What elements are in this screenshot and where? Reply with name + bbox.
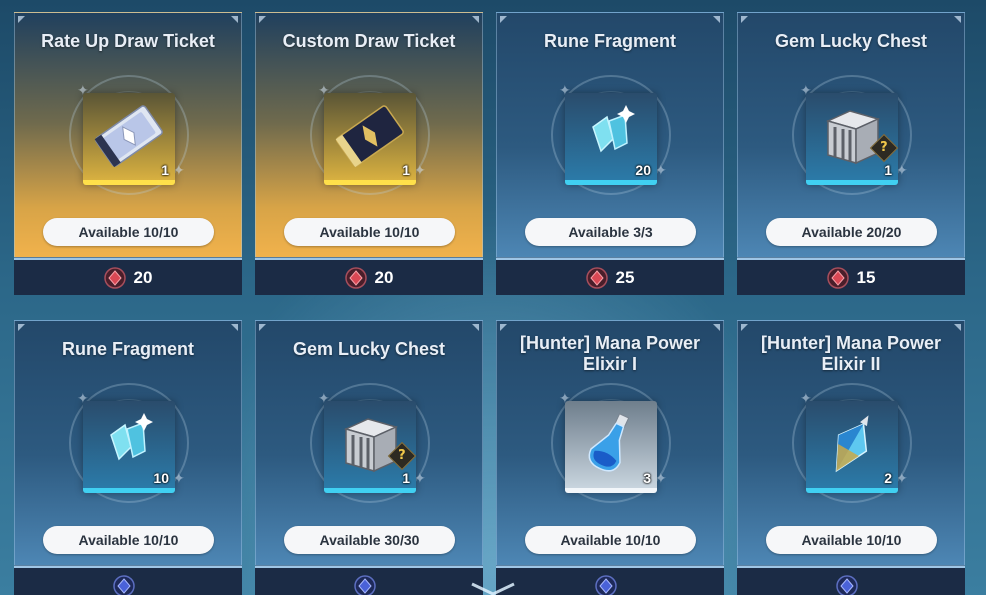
price-bar[interactable] [496,566,724,595]
card-panel: Rune Fragment ✦ ✦ 10 Available 10/10 [14,320,242,566]
card-panel: [Hunter] Mana Power Elixir II ✦ ✦ 2 Avai… [737,320,965,566]
item-slot[interactable]: ? 1 [806,93,899,185]
item-quantity: 10 [153,470,169,486]
item-slot[interactable]: 20 [565,93,657,185]
corner-decoration [713,324,720,331]
shop-item-card[interactable]: Rune Fragment ✦ ✦ 20 Available 3/3 25 [496,12,724,295]
availability-badge: Available 3/3 [525,218,696,246]
card-panel: [Hunter] Mana Power Elixir I ✦ ✦ 3 Avail… [496,320,724,566]
shop-item-card[interactable]: Gem Lucky Chest ✦ ✦ ? 1 Available 20/20 [737,12,965,295]
shop-item-card[interactable]: Custom Draw Ticket ✦ ✦ 1 Available 10/10 [255,12,483,295]
corner-decoration [500,16,507,23]
corner-decoration [954,16,961,23]
rate-up-ticket-icon [94,105,163,168]
card-panel: Gem Lucky Chest ✦ ✦ ? 1 Available 20/20 [737,12,965,258]
red-gem-icon [585,266,608,289]
item-quantity: 1 [402,162,410,178]
elixir-icon [835,415,869,473]
card-panel: Rune Fragment ✦ ✦ 20 Available 3/3 [496,12,724,258]
price-value: 20 [133,267,153,287]
shop-item-card[interactable]: [Hunter] Mana Power Elixir I ✦ ✦ 3 Avail… [496,320,724,595]
item-slot[interactable]: 1 [83,93,175,185]
price-value: 25 [615,267,635,287]
shop-item-grid: Rate Up Draw Ticket ✦ ✦ 1 Available 10/1… [0,0,986,595]
item-quantity: 1 [884,162,892,178]
availability-badge: Available 30/30 [284,526,455,554]
availability-badge: Available 10/10 [43,526,214,554]
item-title: Rune Fragment [61,339,194,359]
item-title: Gem Lucky Chest [292,339,446,359]
card-panel: Custom Draw Ticket ✦ ✦ 1 Available 10/10 [255,12,483,258]
item-slot[interactable]: 10 [83,401,175,493]
card-panel: Gem Lucky Chest ✦ ✦ ? 1 Available 30/30 [255,320,483,566]
corner-decoration [231,324,238,331]
corner-decoration [741,324,748,331]
corner-decoration [741,16,748,23]
item-title: Gem Lucky Chest [774,31,928,51]
elixir-icon [588,413,630,472]
price-bar[interactable]: 20 [14,258,242,295]
corner-decoration [18,16,25,23]
item-quantity: 1 [402,470,410,486]
corner-decoration [954,324,961,331]
item-title: Rate Up Draw Ticket [41,31,215,51]
blue-gem-icon [354,574,376,595]
price-bar[interactable] [737,566,965,595]
item-title: Custom Draw Ticket [282,31,456,51]
blue-gem-icon [113,574,135,595]
corner-decoration [713,16,720,23]
price-value: 15 [856,267,876,287]
custom-ticket-icon [335,105,404,168]
shop-item-card[interactable]: Rune Fragment ✦ ✦ 10 Available 10/10 [14,320,242,595]
scroll-down-chevron-icon[interactable] [468,582,518,595]
availability-badge: Available 10/10 [43,218,214,246]
shop-item-card[interactable]: Rate Up Draw Ticket ✦ ✦ 1 Available 10/1… [14,12,242,295]
lucky-chest-icon [825,110,881,165]
item-title: [Hunter] Mana Power Elixir II [760,333,942,374]
item-slot[interactable]: 2 [806,401,898,493]
item-slot[interactable]: 3 [565,401,657,493]
availability-badge: Available 20/20 [766,218,937,246]
red-gem-icon [344,266,367,289]
price-bar[interactable]: 25 [496,258,724,295]
item-slot[interactable]: ? 1 [324,401,417,493]
item-quantity: 2 [884,470,892,486]
red-gem-icon [103,266,126,289]
price-bar[interactable]: 20 [255,258,483,295]
lucky-chest-icon [343,418,399,473]
item-title: [Hunter] Mana Power Elixir I [519,333,701,374]
corner-decoration [18,324,25,331]
corner-decoration [231,16,238,23]
card-panel: Rate Up Draw Ticket ✦ ✦ 1 Available 10/1… [14,12,242,258]
blue-gem-icon [836,574,858,595]
corner-decoration [500,324,507,331]
price-bar[interactable] [255,566,483,595]
availability-badge: Available 10/10 [284,218,455,246]
corner-decoration [259,16,266,23]
item-quantity: 3 [643,470,651,486]
shop-item-card[interactable]: Gem Lucky Chest ✦ ✦ ? 1 Available 30/30 [255,320,483,595]
price-bar[interactable] [14,566,242,595]
red-gem-icon [826,266,849,289]
availability-badge: Available 10/10 [525,526,696,554]
corner-decoration [472,16,479,23]
item-title: Rune Fragment [543,31,676,51]
shop-item-card[interactable]: [Hunter] Mana Power Elixir II ✦ ✦ 2 Avai… [737,320,965,595]
corner-decoration [472,324,479,331]
corner-decoration [259,324,266,331]
price-bar[interactable]: 15 [737,258,965,295]
item-quantity: 20 [635,162,651,178]
item-quantity: 1 [161,162,169,178]
price-value: 20 [374,267,394,287]
availability-badge: Available 10/10 [766,526,937,554]
item-slot[interactable]: 1 [324,93,416,185]
blue-gem-icon [595,574,617,595]
